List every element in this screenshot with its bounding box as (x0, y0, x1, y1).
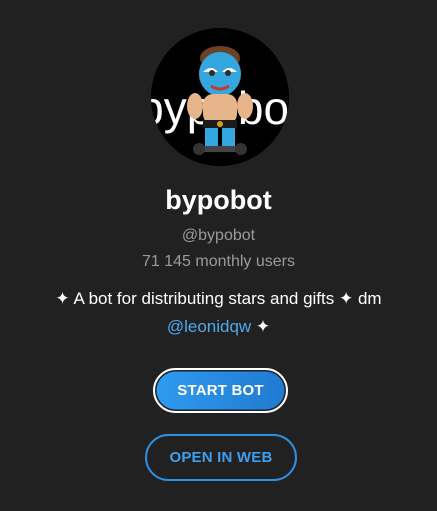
bot-name: bypobot (165, 185, 272, 215)
start-bot-button[interactable]: START BOT (153, 368, 288, 413)
open-in-web-label: OPEN IN WEB (169, 449, 273, 466)
open-in-web-button[interactable]: OPEN IN WEB (145, 434, 297, 481)
bot-profile-page: bypobot bypobot @by (0, 0, 437, 511)
start-bot-label: START BOT (177, 382, 264, 399)
avatar: bypobot (151, 28, 289, 166)
mention-link[interactable]: @leonidqw (167, 317, 251, 336)
monthly-users-count: 71 145 monthly users (142, 253, 295, 270)
description-text: ✦ A bot for distributing stars and gifts… (55, 289, 382, 308)
description-suffix: ✦ (251, 317, 271, 336)
wrestler-mascot-image: bypobot (151, 28, 289, 166)
bot-description: ✦ A bot for distributing stars and gifts… (30, 285, 407, 341)
bot-username: @bypobot (181, 227, 256, 244)
